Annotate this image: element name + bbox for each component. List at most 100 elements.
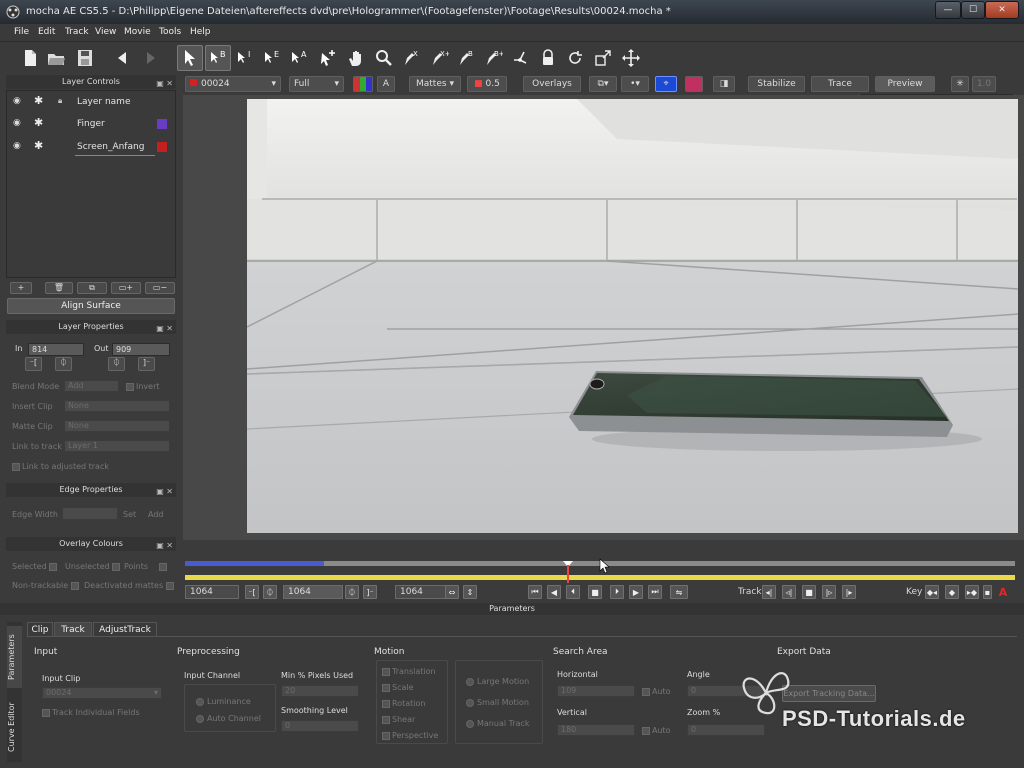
eye-icon[interactable]: ◉ bbox=[13, 118, 21, 128]
save-icon[interactable] bbox=[72, 45, 98, 71]
large-motion-radio[interactable]: Large Motion bbox=[466, 677, 529, 686]
zoom-timeline-icon[interactable]: ⇔ bbox=[445, 585, 459, 599]
select-e-icon[interactable]: E bbox=[259, 45, 285, 71]
deactivated-swatch[interactable] bbox=[165, 581, 174, 590]
menu-help[interactable]: Help bbox=[190, 27, 211, 37]
menu-file[interactable]: File bbox=[14, 27, 29, 37]
out-frame-field[interactable]: 1064 bbox=[395, 585, 449, 599]
goto-out-button[interactable]: ⏀ bbox=[108, 357, 125, 371]
new-file-icon[interactable] bbox=[17, 45, 43, 71]
add-layer-button[interactable]: + bbox=[10, 282, 32, 294]
alpha-channel-button[interactable]: A bbox=[377, 76, 395, 92]
unselected-swatch[interactable] bbox=[112, 562, 121, 571]
lock-icon[interactable] bbox=[535, 45, 561, 71]
track-backwards-icon[interactable]: ◂| bbox=[762, 585, 776, 599]
manual-track-radio[interactable]: Manual Track bbox=[466, 719, 530, 728]
group-layer-button[interactable]: ▭+ bbox=[111, 282, 141, 294]
panel-close-icon[interactable]: ▣ ✕ bbox=[156, 322, 173, 336]
pen-x-icon[interactable]: X bbox=[398, 45, 424, 71]
layer-name[interactable]: Screen_Anfang bbox=[77, 142, 144, 152]
rgb-channel-button[interactable] bbox=[353, 76, 373, 92]
translation-checkbox[interactable]: Translation bbox=[382, 667, 436, 676]
in-point-field[interactable]: 814 bbox=[28, 343, 84, 356]
dot-select[interactable]: •▾ bbox=[621, 76, 649, 92]
blend-mode-select[interactable]: Add bbox=[64, 380, 119, 392]
horizontal-auto-checkbox-box[interactable] bbox=[642, 687, 650, 696]
link-adjusted-checkbox[interactable]: Link to adjusted track bbox=[12, 462, 109, 471]
link-track-select[interactable]: Layer 1 bbox=[64, 440, 170, 452]
track-fields-checkbox-box[interactable] bbox=[42, 708, 50, 717]
opacity-field[interactable]: ■ 0.5 bbox=[467, 76, 507, 92]
tab-curve-editor[interactable]: Curve Editor bbox=[7, 692, 22, 762]
sparkle-icon[interactable]: ✳ bbox=[951, 76, 969, 92]
scale-icon[interactable] bbox=[590, 45, 616, 71]
step-back-icon[interactable]: ⏴ bbox=[566, 585, 580, 599]
tab-parameters[interactable]: Parameters bbox=[7, 626, 22, 688]
overlay-color-swatch[interactable] bbox=[685, 76, 703, 92]
invert-checkbox[interactable]: Invert bbox=[126, 382, 160, 391]
edge-add-button[interactable]: Add bbox=[148, 510, 164, 519]
points-swatch[interactable] bbox=[158, 562, 167, 571]
prev-keyframe-icon[interactable]: ◀ bbox=[547, 585, 561, 599]
next-key-icon[interactable]: ▸◆ bbox=[965, 585, 979, 599]
delete-layer-icon[interactable]: 🗑︎ bbox=[45, 282, 73, 294]
menu-tools[interactable]: Tools bbox=[159, 27, 181, 37]
set-in-point-icon[interactable]: ⁻[ bbox=[245, 585, 259, 599]
pen-b-plus-icon[interactable]: B+ bbox=[480, 45, 506, 71]
tab-adjust-track[interactable]: AdjustTrack bbox=[93, 622, 157, 636]
minimize-button[interactable]: — bbox=[935, 1, 961, 19]
duplicate-layer-button[interactable]: ⧉ bbox=[77, 282, 107, 294]
select-a-icon[interactable]: A bbox=[286, 45, 312, 71]
eye-icon[interactable]: ◉ bbox=[13, 141, 21, 151]
small-motion-radio[interactable]: Small Motion bbox=[466, 698, 529, 707]
layer-name[interactable]: Finger bbox=[77, 119, 105, 129]
out-point-field[interactable]: 909 bbox=[112, 343, 170, 356]
perspective-checkbox-box[interactable] bbox=[382, 731, 390, 740]
matte-clip-select[interactable]: None bbox=[64, 420, 170, 432]
align-surface-button[interactable]: Align Surface bbox=[7, 298, 175, 314]
selected-colour[interactable]: Selected bbox=[12, 562, 59, 571]
track-fields-checkbox[interactable]: Track Individual Fields bbox=[42, 708, 140, 717]
rotation-checkbox[interactable]: Rotation bbox=[382, 699, 425, 708]
rotation-checkbox-box[interactable] bbox=[382, 699, 390, 708]
stop-icon[interactable]: ■ bbox=[588, 585, 602, 599]
menu-track[interactable]: Track bbox=[65, 27, 89, 37]
goto-start-icon[interactable]: ⏮ bbox=[528, 585, 542, 599]
vertical-auto-checkbox[interactable]: Auto bbox=[642, 726, 671, 735]
timeline[interactable] bbox=[183, 555, 1024, 585]
select-b-icon[interactable]: B bbox=[205, 45, 231, 71]
non-trackable-swatch[interactable] bbox=[70, 581, 79, 590]
loop-icon[interactable]: ⇋ bbox=[670, 585, 688, 599]
scale-checkbox-box[interactable] bbox=[382, 683, 390, 692]
panel-close-icon[interactable]: ▣ ✕ bbox=[156, 485, 173, 499]
close-button[interactable]: ✕ bbox=[985, 1, 1019, 19]
play-icon[interactable]: ▶ bbox=[629, 585, 643, 599]
layer-color-swatch[interactable] bbox=[157, 119, 167, 129]
track-next-frame-icon[interactable]: |▹ bbox=[822, 585, 836, 599]
shear-checkbox[interactable]: Shear bbox=[382, 715, 415, 724]
goto-end-icon[interactable]: ⏭ bbox=[648, 585, 662, 599]
forward-arrow-icon[interactable] bbox=[138, 45, 164, 71]
layer-color-swatch[interactable] bbox=[157, 142, 167, 152]
insert-clip-select[interactable]: None bbox=[64, 400, 170, 412]
select-i-icon[interactable]: I bbox=[232, 45, 258, 71]
overlays-button[interactable]: Overlays bbox=[523, 76, 581, 92]
translation-checkbox-box[interactable] bbox=[382, 667, 390, 676]
current-frame-field[interactable]: 1064 bbox=[283, 585, 343, 599]
trace-button[interactable]: Trace bbox=[811, 76, 869, 92]
resolution-select[interactable]: Full ▾ bbox=[289, 76, 344, 92]
lock-icon[interactable]: 🔒︎ bbox=[58, 96, 62, 106]
goto-in-icon[interactable]: ⏀ bbox=[263, 585, 277, 599]
zoom-field[interactable]: 1.0 bbox=[972, 76, 996, 92]
gear-icon[interactable]: ✱ bbox=[34, 116, 43, 129]
luminance-radio-dot[interactable] bbox=[196, 697, 204, 706]
auto-channel-radio[interactable]: Auto Channel bbox=[196, 714, 261, 723]
shear-checkbox-box[interactable] bbox=[382, 715, 390, 724]
set-out-point-icon[interactable]: ]⁻ bbox=[363, 585, 377, 599]
scale-checkbox[interactable]: Scale bbox=[382, 683, 414, 692]
menu-movie[interactable]: Movie bbox=[124, 27, 151, 37]
viewer-area[interactable] bbox=[183, 95, 1024, 540]
smoothing-field[interactable]: 0 bbox=[281, 720, 359, 732]
clip-select[interactable]: 00024 ▾ bbox=[185, 76, 281, 92]
prev-key-icon[interactable]: ◆◂ bbox=[925, 585, 939, 599]
